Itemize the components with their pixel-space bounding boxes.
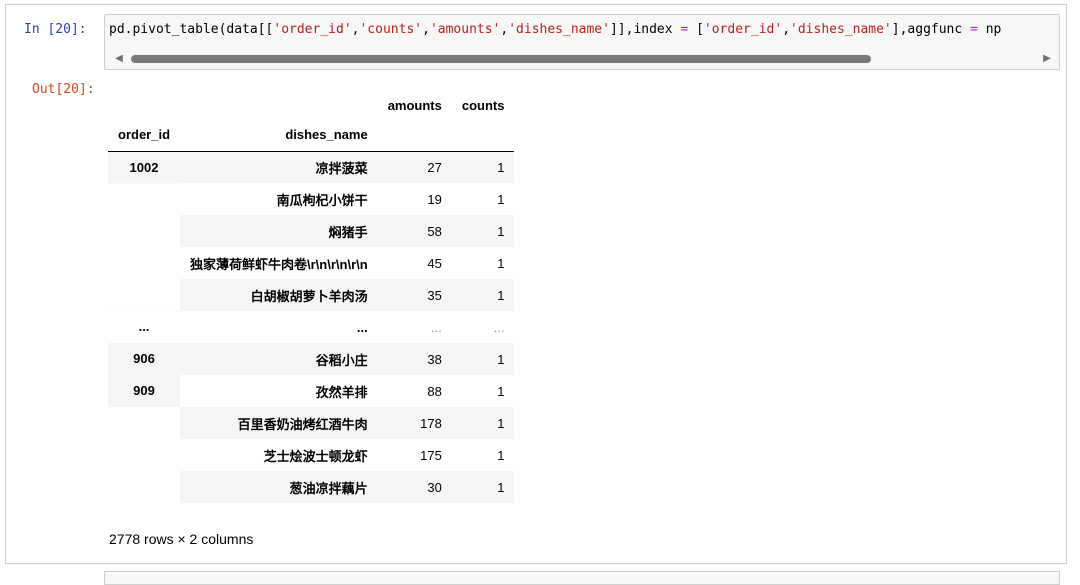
scroll-left-icon[interactable]: ◀ [113, 53, 125, 65]
index-order-id: 909 [108, 375, 181, 503]
cell-counts: 1 [497, 255, 505, 271]
cell-amounts: 30 [377, 471, 452, 503]
index-dishes-name: 谷稻小庄 [180, 343, 378, 375]
scroll-right-icon[interactable]: ▶ [1041, 53, 1053, 65]
cell-amounts: 27 [377, 151, 452, 183]
index-order-id: ... [138, 319, 150, 334]
code-line[interactable]: pd.pivot_table(data[['order_id','counts'… [109, 22, 1001, 37]
code-token: 'counts' [359, 22, 423, 37]
cell-counts: 1 [497, 447, 505, 463]
column-header-counts: counts [461, 97, 505, 113]
ellipsis-row: ............ [108, 311, 514, 343]
cell-amounts: 45 [427, 255, 442, 271]
code-input[interactable]: pd.pivot_table(data[['order_id','counts'… [104, 14, 1060, 70]
code-token: , [422, 22, 430, 37]
cell-amounts: 88 [427, 383, 442, 399]
index-header-row: order_id dishes_name [108, 119, 515, 152]
index-order-id: 906 [108, 343, 181, 375]
index-dishes-name: 南瓜枸杞小饼干 [276, 192, 368, 208]
code-token: , [782, 22, 791, 37]
index-order-id: 1002 [108, 151, 181, 311]
index-dishes-name: 孜然羊排 [315, 384, 368, 400]
cell-counts: 1 [451, 407, 515, 439]
code-token: np [977, 22, 1002, 37]
dataframe-table: amounts counts order_id dishes_name 1002… [108, 91, 515, 503]
cell-amounts: ... [431, 319, 442, 335]
header-spacer [108, 91, 180, 119]
cell-counts: 1 [451, 471, 515, 503]
table-row: 909 孜然羊排 88 1 [108, 375, 514, 503]
index-dishes-name: 独家薄荷鲜虾牛肉卷\r\n\r\n\r\n [190, 256, 368, 272]
code-token: 'amounts' [429, 22, 501, 37]
output-prompt: Out[20]: [32, 82, 95, 97]
column-header-row: amounts counts [108, 91, 514, 119]
index-dishes-name: 芝士烩波士顿龙虾 [263, 448, 368, 464]
table-row: 1002 凉拌菠菜 27 1 [108, 151, 515, 311]
code-token: pd.pivot_table(data[[ [109, 22, 274, 37]
cell-counts: 1 [451, 279, 515, 311]
code-token: [ [688, 22, 704, 37]
code-token: 'dishes_name' [790, 22, 892, 37]
code-token: 'order_id' [273, 22, 352, 37]
code-token: 'dishes_name' [508, 22, 610, 37]
cell-amounts: 19 [427, 191, 442, 207]
code-token: 'order_id' [703, 22, 783, 37]
cell-counts: 1 [451, 151, 515, 183]
cell-counts: 1 [451, 343, 515, 375]
cell-counts: 1 [451, 215, 515, 247]
scrollbar-thumb[interactable] [131, 55, 871, 63]
column-header-amounts: amounts [387, 97, 442, 113]
table-body: 1002 凉拌菠菜 27 1 南瓜枸杞小饼干 19 1 焖猪手 58 1 独家薄荷鲜虾牛肉卷\r\n… [108, 151, 515, 503]
code-token: = [970, 22, 978, 37]
cell-counts: 1 [497, 383, 505, 399]
index-dishes-name: ... [356, 319, 368, 335]
cell-amounts: 35 [377, 279, 452, 311]
index-name-order-id: order_id [108, 119, 181, 152]
index-name-dishes-name: dishes_name [180, 119, 378, 152]
cell-counts: 1 [497, 191, 505, 207]
header-spacer [180, 91, 378, 119]
table-row: 906 谷稻小庄 38 1 [108, 343, 515, 375]
index-dishes-name: 百里香奶油烤红酒牛肉 [180, 407, 378, 439]
cell-amounts: 175 [420, 447, 442, 463]
code-token: ]],index [609, 22, 681, 37]
cell-amounts: 38 [377, 343, 452, 375]
cell-amounts: 178 [377, 407, 452, 439]
header-spacer [377, 119, 452, 152]
code-token: ],aggfunc [891, 22, 971, 37]
input-prompt: In [20]: [24, 22, 87, 37]
horizontal-scrollbar[interactable]: ◀ ▶ [113, 53, 1053, 65]
index-dishes-name: 葱油凉拌藕片 [180, 471, 378, 503]
dataframe-shape: 2778 rows × 2 columns [109, 531, 254, 547]
cell-amounts: 58 [377, 215, 452, 247]
header-spacer [451, 119, 515, 152]
index-dishes-name: 焖猪手 [180, 215, 378, 247]
next-code-cell[interactable] [104, 571, 1060, 585]
index-dishes-name: 凉拌菠菜 [180, 151, 378, 183]
cell-counts: ... [493, 319, 505, 335]
index-dishes-name: 白胡椒胡萝卜羊肉汤 [180, 279, 378, 311]
